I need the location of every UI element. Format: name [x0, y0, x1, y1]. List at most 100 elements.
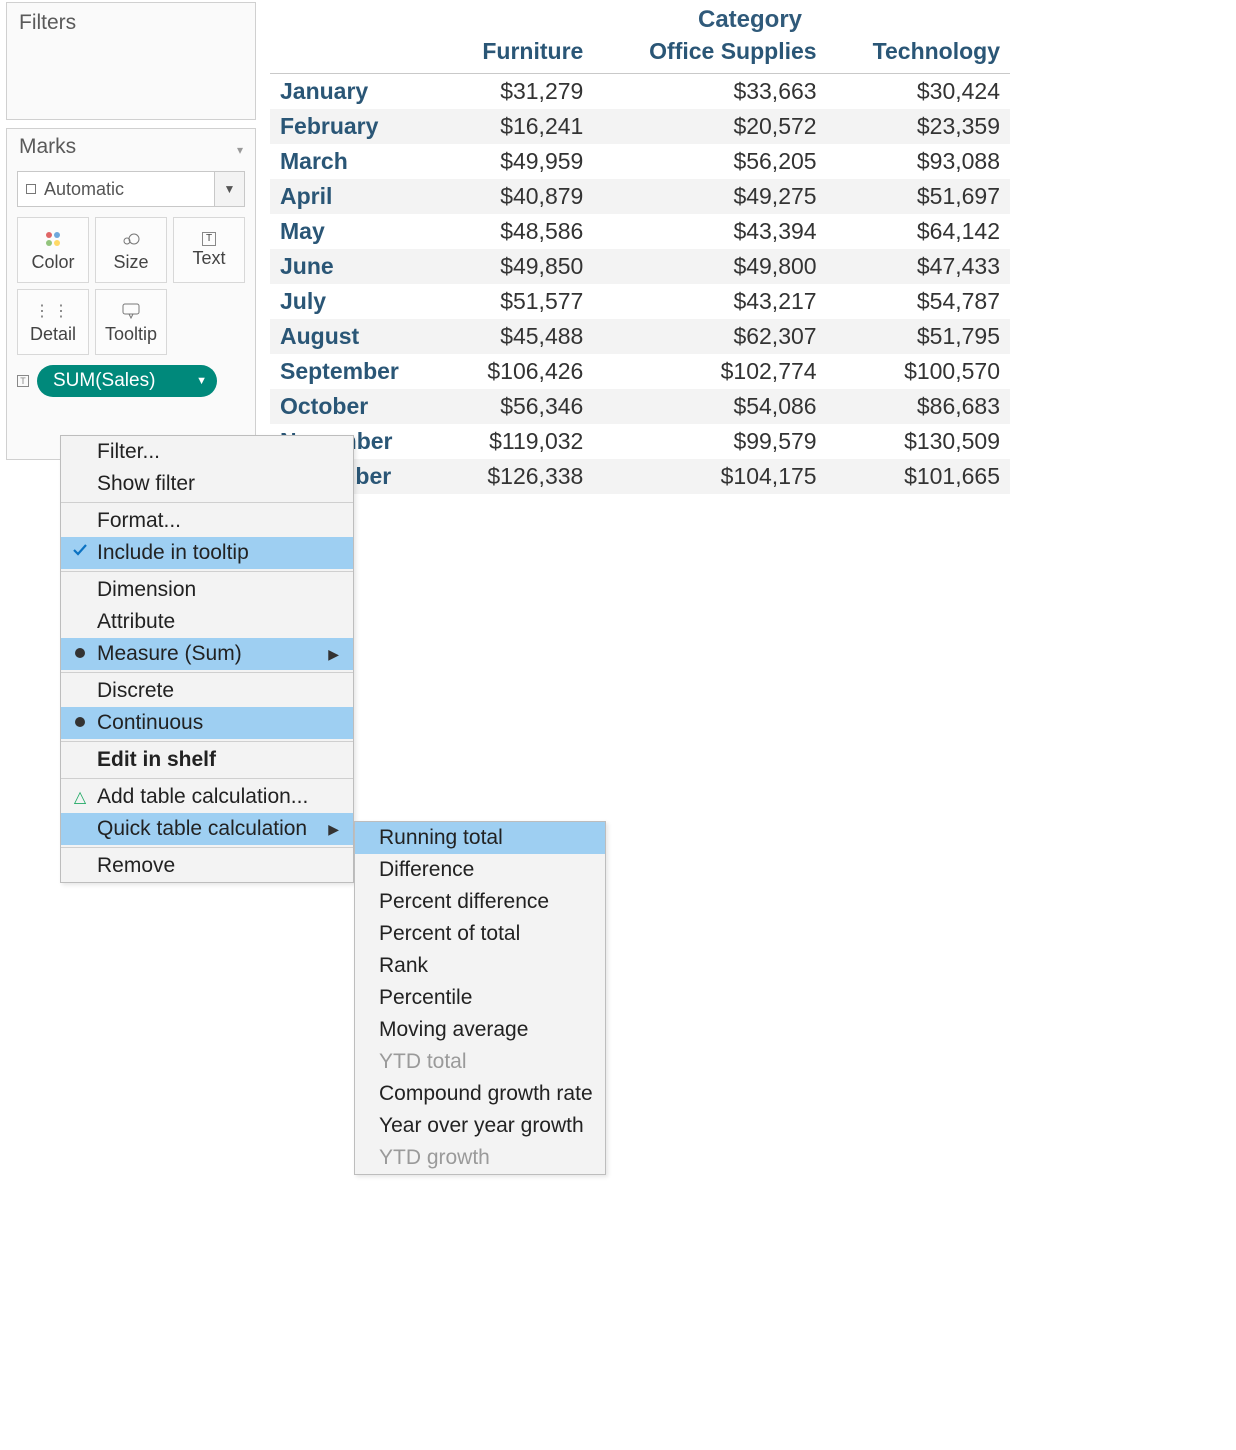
detail-button[interactable]: ⋮⋮ Detail — [17, 289, 89, 355]
menu-edit-in-shelf[interactable]: Edit in shelf — [61, 744, 353, 776]
table-row: November$119,032$99,579$130,509 — [270, 424, 1010, 459]
text-icon: T — [202, 232, 216, 246]
data-cell[interactable]: $49,800 — [593, 249, 826, 284]
row-header[interactable]: October — [270, 389, 443, 424]
color-button[interactable]: Color — [17, 217, 89, 283]
menu-discrete[interactable]: Discrete — [61, 675, 353, 707]
row-header[interactable]: August — [270, 319, 443, 354]
row-header[interactable]: May — [270, 214, 443, 249]
row-header[interactable]: September — [270, 354, 443, 389]
submenu-percent-difference[interactable]: Percent difference — [355, 886, 605, 918]
menu-filter[interactable]: Filter... — [61, 436, 353, 468]
table-row: August$45,488$62,307$51,795 — [270, 319, 1010, 354]
submenu-ytd-total: YTD total — [355, 1046, 605, 1078]
data-cell[interactable]: $43,217 — [593, 284, 826, 319]
data-cell[interactable]: $99,579 — [593, 424, 826, 459]
data-cell[interactable]: $56,205 — [593, 144, 826, 179]
submenu-year-over-year-growth[interactable]: Year over year growth — [355, 1110, 605, 1142]
data-cell[interactable]: $119,032 — [443, 424, 594, 459]
data-cell[interactable]: $47,433 — [827, 249, 1010, 284]
filters-shelf[interactable]: Filters — [6, 2, 256, 120]
data-cell[interactable]: $51,697 — [827, 179, 1010, 214]
menu-continuous[interactable]: Continuous — [61, 707, 353, 739]
row-header[interactable]: March — [270, 144, 443, 179]
row-header[interactable]: June — [270, 249, 443, 284]
data-cell[interactable]: $31,279 — [443, 74, 594, 110]
menu-dimension[interactable]: Dimension — [61, 574, 353, 606]
row-header[interactable]: April — [270, 179, 443, 214]
data-cell[interactable]: $49,850 — [443, 249, 594, 284]
data-cell[interactable]: $126,338 — [443, 459, 594, 494]
table-row: February$16,241$20,572$23,359 — [270, 109, 1010, 144]
menu-format[interactable]: Format... — [61, 505, 353, 537]
submenu-difference[interactable]: Difference — [355, 854, 605, 886]
size-button[interactable]: Size — [95, 217, 167, 283]
data-cell[interactable]: $20,572 — [593, 109, 826, 144]
submenu-rank[interactable]: Rank — [355, 950, 605, 982]
delta-icon: △ — [69, 787, 91, 807]
table-row: January$31,279$33,663$30,424 — [270, 74, 1010, 110]
menu-include-in-tooltip[interactable]: Include in tooltip — [61, 537, 353, 569]
mark-type-dropdown-button[interactable]: ▼ — [215, 171, 245, 207]
mark-type-select[interactable]: Automatic — [17, 171, 215, 207]
data-cell[interactable]: $101,665 — [827, 459, 1010, 494]
data-cell[interactable]: $54,086 — [593, 389, 826, 424]
size-icon — [122, 228, 140, 250]
data-cell[interactable]: $49,275 — [593, 179, 826, 214]
row-header[interactable]: February — [270, 109, 443, 144]
data-cell[interactable]: $45,488 — [443, 319, 594, 354]
col-header[interactable]: Office Supplies — [593, 34, 826, 74]
text-button[interactable]: T Text — [173, 217, 245, 283]
submenu-compound-growth-rate[interactable]: Compound growth rate — [355, 1078, 605, 1110]
check-icon — [69, 543, 91, 562]
data-cell[interactable]: $51,577 — [443, 284, 594, 319]
col-header[interactable]: Furniture — [443, 34, 594, 74]
data-cell[interactable]: $30,424 — [827, 74, 1010, 110]
row-header[interactable]: July — [270, 284, 443, 319]
text-mark-icon[interactable]: T — [17, 375, 29, 387]
menu-measure-sum[interactable]: Measure (Sum) ▶ — [61, 638, 353, 670]
menu-add-table-calculation[interactable]: △ Add table calculation... — [61, 781, 353, 813]
submenu-percentile[interactable]: Percentile — [355, 982, 605, 1014]
data-cell[interactable]: $62,307 — [593, 319, 826, 354]
submenu-moving-average[interactable]: Moving average — [355, 1014, 605, 1046]
data-cell[interactable]: $49,959 — [443, 144, 594, 179]
tooltip-label: Tooltip — [105, 324, 157, 345]
text-label: Text — [192, 248, 225, 269]
data-cell[interactable]: $43,394 — [593, 214, 826, 249]
tooltip-button[interactable]: Tooltip — [95, 289, 167, 355]
detail-icon: ⋮⋮ — [34, 300, 72, 322]
data-cell[interactable]: $64,142 — [827, 214, 1010, 249]
data-cell[interactable]: $33,663 — [593, 74, 826, 110]
submenu-running-total[interactable]: Running total — [355, 822, 605, 854]
color-icon — [46, 228, 60, 250]
data-cell[interactable]: $51,795 — [827, 319, 1010, 354]
marks-card: Marks ▾ Automatic ▼ Color Size T — [6, 128, 256, 460]
data-cell[interactable]: $104,175 — [593, 459, 826, 494]
menu-quick-table-calculation[interactable]: Quick table calculation ▶ — [61, 813, 353, 845]
pill-context-menu: Filter... Show filter Format... Include … — [60, 435, 354, 883]
data-cell[interactable]: $130,509 — [827, 424, 1010, 459]
row-header[interactable]: January — [270, 74, 443, 110]
data-cell[interactable]: $40,879 — [443, 179, 594, 214]
submenu-percent-of-total[interactable]: Percent of total — [355, 918, 605, 950]
data-cell[interactable]: $54,787 — [827, 284, 1010, 319]
color-label: Color — [31, 252, 74, 273]
table-row: May$48,586$43,394$64,142 — [270, 214, 1010, 249]
menu-remove[interactable]: Remove — [61, 850, 353, 882]
menu-attribute[interactable]: Attribute — [61, 606, 353, 638]
data-cell[interactable]: $106,426 — [443, 354, 594, 389]
data-cell[interactable]: $102,774 — [593, 354, 826, 389]
data-cell[interactable]: $48,586 — [443, 214, 594, 249]
data-cell[interactable]: $100,570 — [827, 354, 1010, 389]
table-row: July$51,577$43,217$54,787 — [270, 284, 1010, 319]
data-cell[interactable]: $16,241 — [443, 109, 594, 144]
data-cell[interactable]: $56,346 — [443, 389, 594, 424]
marks-title-row[interactable]: Marks ▾ — [7, 129, 255, 165]
col-header[interactable]: Technology — [827, 34, 1010, 74]
data-cell[interactable]: $93,088 — [827, 144, 1010, 179]
sum-sales-pill[interactable]: SUM(Sales) ▼ — [37, 365, 217, 397]
menu-show-filter[interactable]: Show filter — [61, 468, 353, 500]
data-cell[interactable]: $86,683 — [827, 389, 1010, 424]
data-cell[interactable]: $23,359 — [827, 109, 1010, 144]
